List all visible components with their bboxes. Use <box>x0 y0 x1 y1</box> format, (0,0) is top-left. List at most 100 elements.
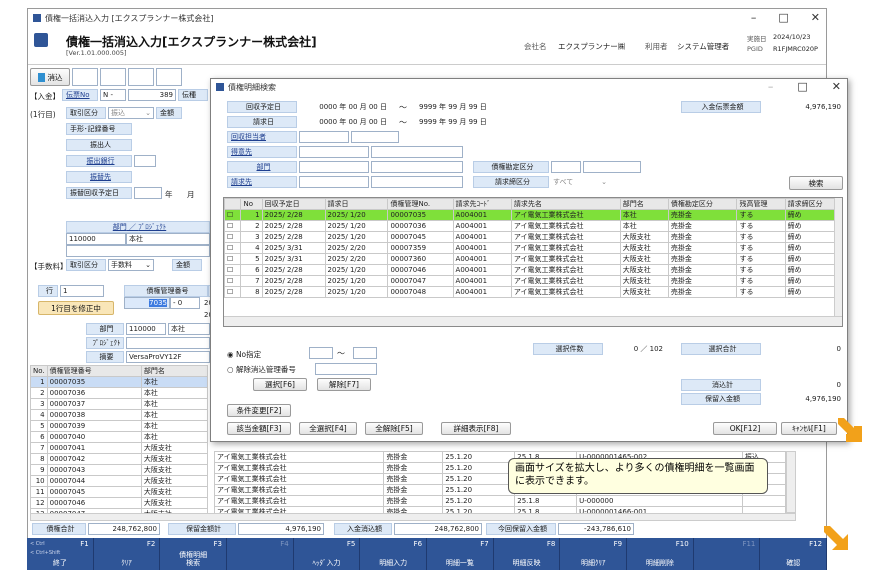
ginko-label[interactable]: 振出銀行 <box>66 155 132 167</box>
row-checkbox[interactable]: ☐ <box>224 286 242 298</box>
close-icon[interactable]: ✕ <box>811 11 820 24</box>
grid-row[interactable]: ☐ 4 2025/ 3/31 2025/ 2/20 00007359 A004001 アイ電… <box>224 242 842 254</box>
fkey-f5[interactable]: F5 ﾍｯﾀﾞ入力 <box>294 538 361 570</box>
kaijo-field[interactable] <box>315 363 377 375</box>
grid-row[interactable]: ☐ 8 2025/ 2/28 2025/ 1/20 00007048 A004001 アイ電… <box>224 286 842 298</box>
row-checkbox[interactable]: ☐ <box>224 242 242 254</box>
kanjo-code[interactable] <box>551 161 581 173</box>
ok-button[interactable]: OK[F12] <box>713 422 777 435</box>
tokui-code-field[interactable] <box>299 146 369 158</box>
denpyo-prefix-field[interactable]: N - <box>100 89 126 101</box>
grid-row[interactable]: ☐ 7 2025/ 2/28 2025/ 1/20 00007047 A004001 アイ電… <box>224 275 842 287</box>
tanto-code-field[interactable] <box>299 131 349 143</box>
fkey-f7[interactable]: F7 明細一覧 <box>427 538 494 570</box>
grid-row[interactable]: ☐ 1 2025/ 2/28 2025/ 1/20 00007035 A004001 アイ電… <box>224 209 842 221</box>
sentaku-button[interactable]: 選択[F6] <box>253 378 307 391</box>
kaishu-from-field[interactable]: 0000 年 00 月 00 日 <box>299 101 389 113</box>
fkey-f12[interactable]: F12 確認 <box>760 538 828 570</box>
seikyusaki-code[interactable] <box>299 176 369 188</box>
grid-row[interactable]: ☐ 2 2025/ 2/28 2025/ 1/20 00007036 A004001 アイ電… <box>224 220 842 232</box>
saiken-branch-field[interactable]: - 0 <box>170 297 200 309</box>
furikomi-label[interactable]: 振替先 <box>66 171 132 183</box>
list-item[interactable]: 10 00007044 大阪支社 <box>30 475 209 487</box>
row-checkbox[interactable]: ☐ <box>224 231 242 243</box>
row-checkbox[interactable]: ☐ <box>224 220 242 232</box>
maximize-icon[interactable]: □ <box>778 11 788 24</box>
fkey-f8[interactable]: F8 明細反映 <box>494 538 561 570</box>
kaishu-to-field[interactable]: 9999 年 99 月 99 日 <box>417 101 507 113</box>
list-item[interactable]: 12 00007046 大阪支社 <box>30 497 209 509</box>
no-shitei-radio[interactable]: ◉ No指定 <box>227 349 261 360</box>
grid-row[interactable]: ☐ 5 2025/ 3/31 2025/ 2/20 00007360 A004001 アイ電… <box>224 253 842 265</box>
kaijo-radio[interactable]: ○ 解除消込管理番号 <box>227 364 296 375</box>
list-item[interactable]: 11 00007045 大阪支社 <box>30 486 209 498</box>
project2-field[interactable] <box>126 337 210 349</box>
list-item[interactable]: 9 00007043 大阪支社 <box>30 464 209 476</box>
fkey-f3[interactable]: F3 債権明細 検索 <box>160 538 228 570</box>
list-item[interactable]: 6 00007040 本社 <box>30 431 209 443</box>
seikyu-to-field[interactable]: 9999 年 99 月 99 日 <box>417 116 507 128</box>
saiken-field[interactable]: 7035 <box>124 297 170 309</box>
list-item[interactable]: 5 00007039 本社 <box>30 420 209 432</box>
row-checkbox[interactable]: ☐ <box>224 209 242 221</box>
toolbar-slot-4[interactable] <box>156 68 182 86</box>
search-button[interactable]: 検索 <box>789 176 843 190</box>
grid-vscroll[interactable] <box>834 198 842 316</box>
fkey-f6[interactable]: F6 明細入力 <box>360 538 428 570</box>
tekiyo-field[interactable]: VersaProVY12F <box>126 351 210 363</box>
gyo-field[interactable]: 1 <box>60 285 104 297</box>
project-field[interactable] <box>66 245 210 257</box>
toolbar-slot-1[interactable] <box>72 68 98 86</box>
shosai-button[interactable]: 詳細表示[F8] <box>441 422 511 435</box>
list-hscroll[interactable] <box>30 513 796 521</box>
list-item[interactable]: 8 00007042 大阪支社 <box>30 453 209 465</box>
row-checkbox[interactable]: ☐ <box>224 253 242 265</box>
tokui-label[interactable]: 得意先 <box>227 146 297 158</box>
dialog-maximize-icon[interactable]: □ <box>797 80 807 93</box>
seikyusaki-label[interactable]: 請求先 <box>227 176 297 188</box>
dialog-close-icon[interactable]: ✕ <box>832 80 841 93</box>
kaisyu-year-field[interactable] <box>134 187 162 199</box>
no-to-field[interactable] <box>353 347 377 359</box>
tanto-label[interactable]: 回収担当者 <box>227 131 297 143</box>
fkey-f2[interactable]: F2 ｸﾘｱ <box>94 538 161 570</box>
row-checkbox[interactable]: ☐ <box>224 275 242 287</box>
grid-row[interactable]: ☐ 6 2025/ 2/28 2025/ 1/20 00007046 A004001 アイ電… <box>224 264 842 276</box>
shusei-button[interactable]: 1行目を修正中 <box>38 301 114 315</box>
list-item[interactable]: 4 00007038 本社 <box>30 409 209 421</box>
joken-button[interactable]: 条件変更[F2] <box>227 404 291 417</box>
kaijo-button[interactable]: 解除[F7] <box>317 378 371 391</box>
list-scroll-track[interactable] <box>786 451 796 513</box>
list-item[interactable]: 7 00007041 大阪支社 <box>30 442 209 454</box>
seikyu-from-field[interactable]: 0000 年 00 月 00 日 <box>299 116 389 128</box>
bumon2-code-field[interactable]: 110000 <box>126 323 166 335</box>
table-row[interactable]: アイ電気工業株式会社売掛金25.1.2025.1.8U-000000 <box>213 495 787 507</box>
tesuryo-select[interactable]: 手数料 ⌄ <box>108 259 154 271</box>
toolbar-slot-2[interactable] <box>100 68 126 86</box>
fkey-f9[interactable]: F9 明細ｸﾘｱ <box>560 538 628 570</box>
seikyu-kubun-select[interactable]: すべて ⌄ <box>551 176 609 188</box>
toolbar-slot-3[interactable] <box>128 68 154 86</box>
torihiki-select[interactable]: 振込 ⌄ <box>108 107 154 119</box>
dialog-bumon-code[interactable] <box>299 161 369 173</box>
list-item[interactable]: 2 00007036 本社 <box>30 387 209 399</box>
denpyo-number-field[interactable]: 389 <box>128 89 176 101</box>
bumon-code-field[interactable]: 110000 <box>66 233 126 245</box>
row-checkbox[interactable]: ☐ <box>224 264 242 276</box>
list-item[interactable]: 1 00007035 本社 <box>30 376 209 388</box>
list-item[interactable]: 3 00007037 本社 <box>30 398 209 410</box>
minimize-icon[interactable]: – <box>751 11 757 24</box>
grid-hscroll[interactable] <box>224 316 842 326</box>
ginko-field[interactable] <box>134 155 156 167</box>
zensentaku-button[interactable]: 全選択[F4] <box>299 422 357 435</box>
gaito-button[interactable]: 該当金額[F3] <box>227 422 291 435</box>
grid-row[interactable]: ☐ 3 2025/ 2/28 2025/ 1/20 00007045 A004001 アイ電… <box>224 231 842 243</box>
dialog-bumon-label[interactable]: 部門 <box>227 161 297 173</box>
dialog-minimize-icon[interactable]: – <box>768 80 774 93</box>
denpyo-label[interactable]: 伝票No <box>62 89 98 101</box>
fkey-f10[interactable]: F10 明細削除 <box>627 538 694 570</box>
zenkaijo-button[interactable]: 全解除[F5] <box>365 422 423 435</box>
cancel-button[interactable]: ｷｬﾝｾﾙ[F1] <box>781 422 837 435</box>
keshikomi-button[interactable]: 消込 <box>30 68 70 86</box>
no-from-field[interactable] <box>309 347 333 359</box>
